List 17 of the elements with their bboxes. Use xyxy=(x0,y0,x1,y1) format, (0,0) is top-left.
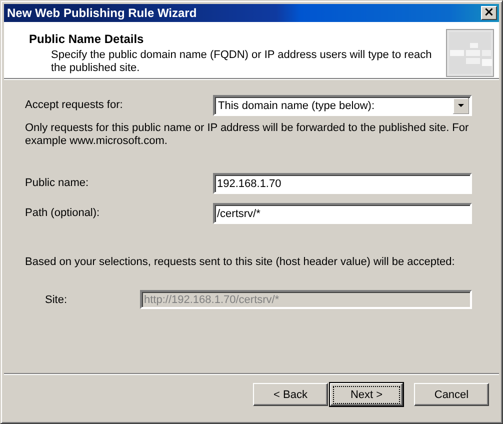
input-field[interactable]: 192.168.1.70 xyxy=(213,173,472,194)
wizard-button[interactable]: Next > xyxy=(330,383,403,406)
field-label: Accept requests for: xyxy=(25,99,123,112)
window-title: New Web Publishing Rule Wizard xyxy=(7,6,197,20)
accept-requests-dropdown[interactable]: This domain name (type below): xyxy=(213,95,472,116)
close-button[interactable]: × xyxy=(481,6,497,20)
field-label: Site: xyxy=(44,294,68,306)
dropdown-arrow-icon xyxy=(453,98,469,114)
field-label: Path (optional): xyxy=(25,207,100,220)
input-field[interactable]: /certsrv/* xyxy=(213,203,472,224)
page-title: Public Name Details xyxy=(29,32,145,46)
field-label: Public name: xyxy=(25,177,89,190)
info-text: Only requests for this public name or IP address will be forwarded to the published site. For example www.microsoft.com. xyxy=(25,122,470,148)
page-description: Specify the public domain name (FQDN) or IP address users will type to reach the published site. xyxy=(50,49,433,75)
info-text: Based on your selections, requests sent to this site (host header value) will be accepted: xyxy=(25,256,456,269)
wizard-button[interactable]: Cancel xyxy=(414,383,489,406)
wizard-button[interactable]: < Back xyxy=(253,383,328,406)
